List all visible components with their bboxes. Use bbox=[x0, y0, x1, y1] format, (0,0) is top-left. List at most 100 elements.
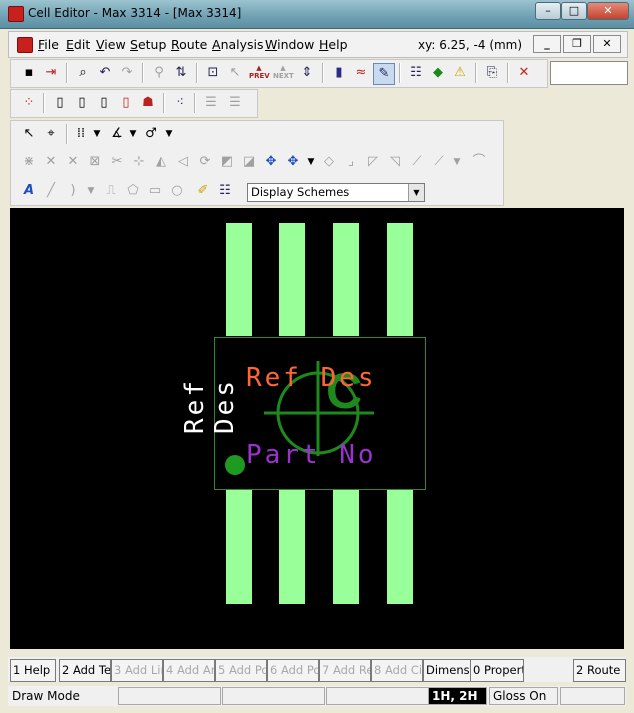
pad-bottom-4[interactable] bbox=[387, 489, 413, 604]
tab-add-line[interactable]: 3 Add Line bbox=[111, 659, 163, 682]
extend-dropdown-icon[interactable]: ▼ bbox=[447, 152, 467, 172]
app-icon[interactable] bbox=[8, 6, 24, 22]
chevron-down-icon[interactable]: ▼ bbox=[408, 184, 424, 201]
move-pins-icon[interactable]: ⁖ bbox=[170, 93, 190, 113]
menu-analysis[interactable]: Analysis bbox=[212, 37, 264, 52]
close-button[interactable]: ✕ bbox=[587, 2, 629, 20]
tab-add-arc[interactable]: 4 Add Arc bbox=[163, 659, 215, 682]
move-icon[interactable]: ✥ bbox=[261, 152, 281, 172]
find-icon[interactable]: ⌕ bbox=[73, 63, 93, 83]
menu-route[interactable]: Route bbox=[171, 37, 207, 52]
move-dropdown-icon[interactable]: ▼ bbox=[301, 152, 321, 172]
search-input[interactable] bbox=[550, 61, 628, 85]
rotate-icon[interactable]: ⟳ bbox=[195, 152, 215, 172]
mdi-minimize-button[interactable]: _ bbox=[533, 35, 561, 53]
page-report-icon[interactable]: ▯ bbox=[116, 93, 136, 113]
trim-icon[interactable]: ⟋ bbox=[407, 152, 427, 172]
gather-icon[interactable]: ⊠ bbox=[85, 152, 105, 172]
next-button[interactable]: ▲ NEXT bbox=[273, 64, 294, 80]
arc-icon[interactable]: ) bbox=[63, 181, 83, 201]
design-canvas[interactable]: C Ref Des Part No Ref Des bbox=[10, 208, 624, 649]
pad-top-3[interactable] bbox=[333, 223, 359, 336]
copy-icon[interactable]: ⎘ bbox=[482, 63, 502, 83]
redo-icon[interactable]: ↷ bbox=[117, 63, 137, 83]
spread-icon[interactable]: ✕ bbox=[63, 152, 83, 172]
chip-icon[interactable]: ☗ bbox=[138, 93, 158, 113]
select-icon[interactable]: ↖ bbox=[19, 124, 39, 144]
warning-icon[interactable]: ⚠ bbox=[450, 63, 470, 83]
page-split-icon[interactable]: ▯ bbox=[72, 93, 92, 113]
highlight-icon[interactable]: ✎ bbox=[373, 63, 395, 85]
tab-add-polyline[interactable]: 5 Add Polyline bbox=[215, 659, 267, 682]
pad-top-1[interactable] bbox=[226, 223, 252, 336]
undo-icon[interactable]: ↶ bbox=[95, 63, 115, 83]
pad-bottom-2[interactable] bbox=[279, 489, 305, 604]
pin-group-icon[interactable]: ☰ bbox=[201, 93, 221, 113]
break-icon[interactable]: ⌒ bbox=[469, 152, 489, 172]
maximize-button[interactable]: □ bbox=[561, 2, 587, 20]
origin-dropdown-icon[interactable]: ▼ bbox=[159, 124, 179, 144]
pad-top-2[interactable] bbox=[279, 223, 305, 336]
display-schemes-select[interactable]: Display Schemes ▼ bbox=[247, 183, 425, 202]
probe-icon[interactable]: ⚲ bbox=[149, 63, 169, 83]
tab-add-text[interactable]: 2 Add Text bbox=[59, 659, 111, 682]
menu-view[interactable]: View bbox=[96, 37, 126, 52]
ratsnest-icon[interactable]: ≈ bbox=[351, 63, 371, 83]
tab-add-polygon[interactable]: 6 Add Polygon bbox=[267, 659, 319, 682]
menu-file[interactable]: File bbox=[38, 37, 59, 52]
grid-dropdown-icon[interactable]: ▼ bbox=[87, 124, 107, 144]
tab-add-rect[interactable]: 7 Add Rect bbox=[319, 659, 371, 682]
polyline-icon[interactable]: ⎍ bbox=[101, 181, 121, 201]
mirror-icon[interactable]: ◭ bbox=[151, 152, 171, 172]
exit-icon[interactable]: ⇥ bbox=[41, 63, 61, 83]
circle-icon[interactable]: ○ bbox=[167, 181, 187, 201]
distribute-icon[interactable]: ✕ bbox=[41, 152, 61, 172]
tab-route[interactable]: 2 Route > bbox=[573, 659, 626, 682]
extend-icon[interactable]: ⟋ bbox=[429, 152, 449, 172]
part-no-text[interactable]: Part No bbox=[246, 440, 377, 470]
fillet-icon[interactable]: ⌟ bbox=[341, 152, 361, 172]
document-icon[interactable] bbox=[17, 37, 33, 53]
tab-add-circle[interactable]: 8 Add Circle bbox=[371, 659, 423, 682]
pin-array-icon[interactable]: ☰ bbox=[225, 93, 245, 113]
text-icon[interactable]: A bbox=[19, 181, 39, 201]
page-icon[interactable]: ▯ bbox=[50, 93, 70, 113]
save-icon[interactable]: ▪ bbox=[19, 63, 39, 83]
origin-icon[interactable]: ♂ bbox=[141, 124, 161, 144]
tab-dimension[interactable]: Dimension bbox=[423, 659, 471, 682]
rectangle-icon[interactable]: ▭ bbox=[145, 181, 165, 201]
dimension-icon[interactable]: ✐ bbox=[193, 181, 213, 201]
tab-help[interactable]: 1 Help bbox=[10, 659, 56, 682]
silkscreen-ref-des-text[interactable]: Ref Des bbox=[180, 346, 240, 466]
join-icon[interactable]: ⊹ bbox=[129, 152, 149, 172]
place-parts-icon[interactable]: ⁘ bbox=[19, 93, 39, 113]
cut-icon[interactable]: ✂ bbox=[107, 152, 127, 172]
drc-icon[interactable]: ◆ bbox=[428, 63, 448, 83]
display-props-icon[interactable]: ☷ bbox=[215, 181, 235, 201]
menu-window[interactable]: Window bbox=[265, 37, 314, 52]
edit-vertex-icon[interactable]: ◇ bbox=[319, 152, 339, 172]
page-frame-icon[interactable]: ▯ bbox=[94, 93, 114, 113]
flip-icon[interactable]: ◁ bbox=[173, 152, 193, 172]
pad-bottom-1[interactable] bbox=[226, 489, 252, 604]
properties-icon[interactable]: ☷ bbox=[406, 63, 426, 83]
mdi-close-button[interactable]: ✕ bbox=[593, 35, 621, 53]
menu-setup[interactable]: Setup bbox=[130, 37, 166, 52]
copy-move-icon[interactable]: ✥ bbox=[283, 152, 303, 172]
chamfer-icon[interactable]: ◸ bbox=[363, 152, 383, 172]
arc-dropdown-icon[interactable]: ▼ bbox=[81, 181, 101, 201]
delete-icon[interactable]: ✕ bbox=[514, 63, 534, 83]
send-back-icon[interactable]: ◪ bbox=[239, 152, 259, 172]
menu-edit[interactable]: Edit bbox=[66, 37, 90, 52]
line-icon[interactable]: ╱ bbox=[41, 181, 61, 201]
arc-mode-icon[interactable]: ◹ bbox=[385, 152, 405, 172]
pad-bottom-3[interactable] bbox=[333, 489, 359, 604]
polygon-icon[interactable]: ⬠ bbox=[123, 181, 143, 201]
prev-button[interactable]: ▲ PREV bbox=[249, 64, 270, 80]
zoom-fit-icon[interactable]: ⊡ bbox=[203, 63, 223, 83]
menu-help[interactable]: Help bbox=[319, 37, 348, 52]
tab-properties[interactable]: 0 Properties bbox=[470, 659, 524, 682]
lasso-select-icon[interactable]: ⌖ bbox=[41, 124, 61, 144]
ref-des-text[interactable]: Ref Des bbox=[246, 363, 377, 393]
select-arrow-icon[interactable]: ↖ bbox=[225, 63, 245, 83]
